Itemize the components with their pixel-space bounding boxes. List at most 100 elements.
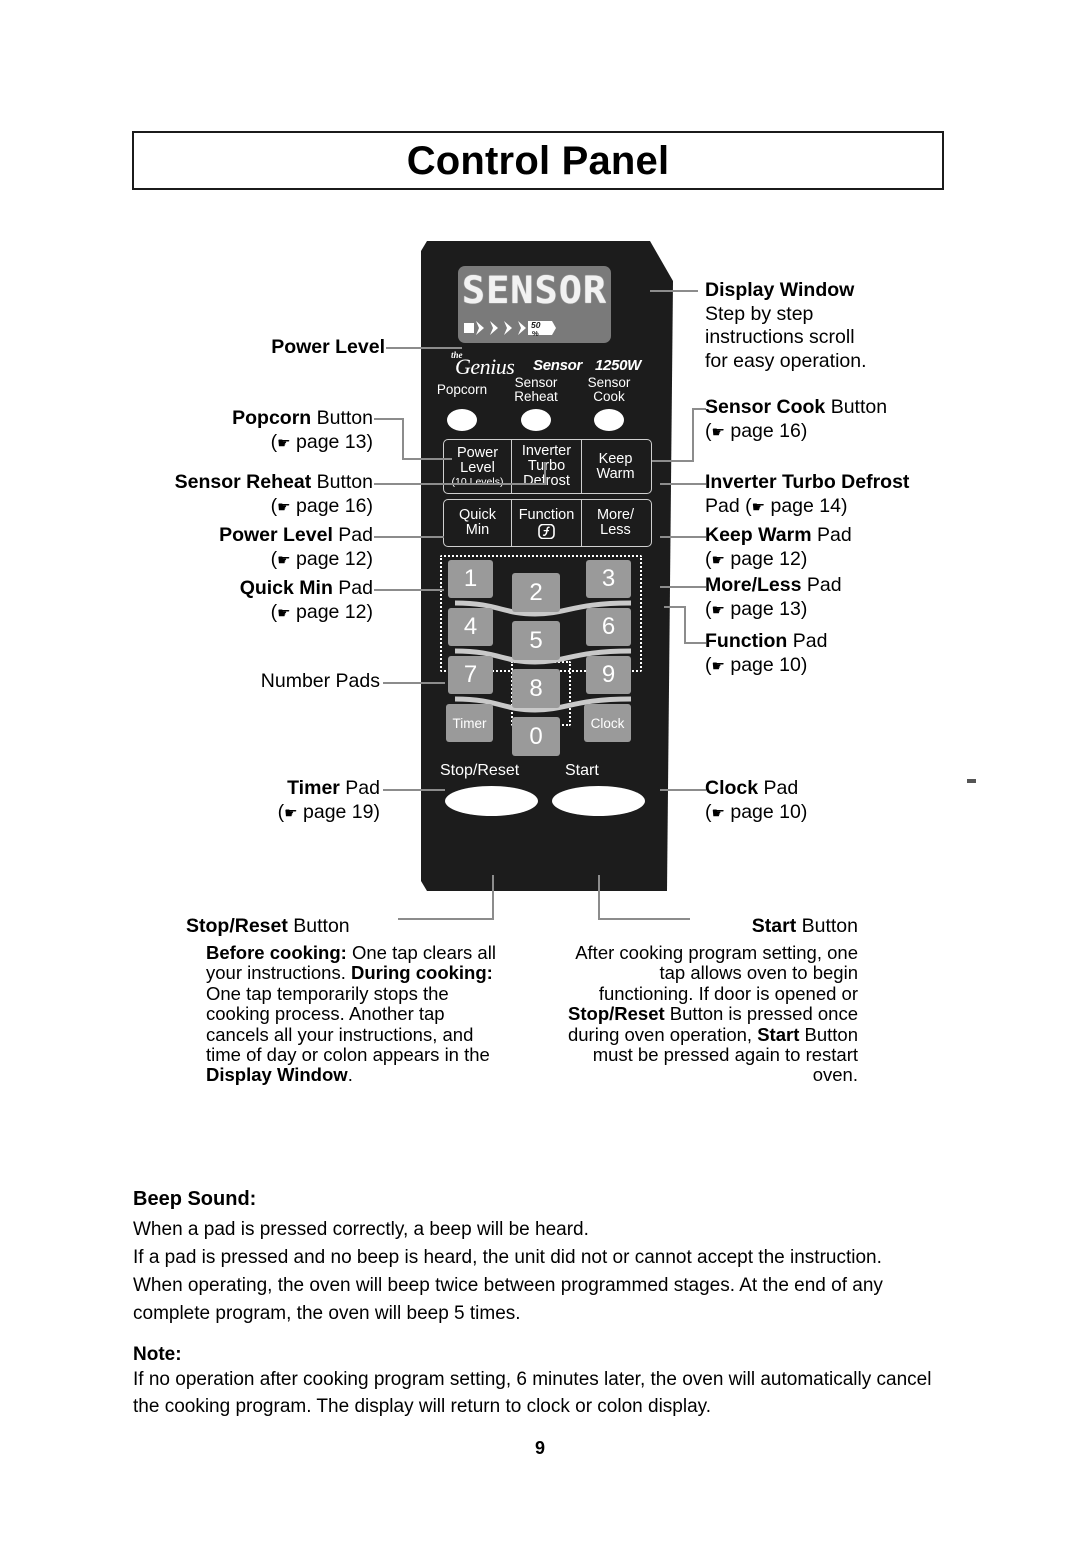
callout-inverter-page: Pad (☛ page 14) bbox=[705, 494, 848, 517]
more-less-pad-label: More/ Less bbox=[596, 507, 635, 538]
number-pad-7[interactable]: 7 bbox=[448, 656, 493, 694]
callout-popcorn-bold: Popcorn bbox=[232, 407, 312, 429]
number-pad-9[interactable]: 9 bbox=[586, 656, 631, 694]
sensor-cook-button[interactable] bbox=[594, 409, 624, 431]
note-heading: Note: bbox=[133, 1344, 182, 1365]
leader-sensor-reheat-v bbox=[544, 462, 547, 485]
leader-inverter bbox=[660, 483, 706, 486]
power-level-pad-sub: (10 Levels) bbox=[451, 475, 504, 488]
number-pad-4[interactable]: 4 bbox=[448, 608, 493, 646]
callout-more-less-bold: More/Less bbox=[705, 574, 802, 596]
leader-start-h bbox=[598, 918, 690, 921]
popcorn-button[interactable] bbox=[447, 409, 477, 431]
start-button-label: Start bbox=[565, 762, 599, 779]
callout-sensor-reheat-bold: Sensor Reheat bbox=[174, 471, 312, 493]
display-window: SENSOR 50 % bbox=[458, 266, 611, 343]
callout-power-level: Power Level bbox=[145, 336, 385, 360]
callout-inverter-bold: Inverter Turbo Defrost bbox=[705, 471, 910, 493]
keep-warm-pad-label: Keep Warm bbox=[596, 450, 635, 482]
callout-sensor-cook-page: (☛ page 16) bbox=[705, 419, 808, 442]
callout-more-less: More/Less Pad (☛ page 13) bbox=[705, 574, 842, 620]
callout-clock-page: (☛ page 10) bbox=[705, 800, 808, 823]
callout-sensor-cook-bold: Sensor Cook bbox=[705, 396, 826, 418]
manual-page: Control Panel SENSOR 50 % the Genius Sen… bbox=[0, 0, 1080, 1565]
control-panel-illustration: SENSOR 50 % the Genius Sensor 1250W Popc… bbox=[421, 241, 673, 891]
leader-sensor-cook-b bbox=[692, 408, 695, 462]
power-level-bar-icon: 50 % bbox=[464, 320, 556, 338]
function-pad-label: Function bbox=[518, 506, 575, 523]
more-less-pad[interactable]: More/ Less bbox=[581, 500, 649, 546]
leader-popcorn-c bbox=[402, 458, 452, 461]
keep-warm-pad[interactable]: Keep Warm bbox=[581, 440, 649, 493]
leader-sensor-reheat bbox=[374, 483, 546, 486]
pointing-hand-icon: ☛ bbox=[711, 804, 725, 822]
callout-clock: Clock Pad (☛ page 10) bbox=[705, 777, 808, 823]
brand-sensor: Sensor bbox=[533, 357, 583, 374]
number-pad-0[interactable]: 0 bbox=[512, 717, 560, 756]
pointing-hand-icon: ☛ bbox=[711, 601, 725, 619]
stop-reset-button-label: Stop/Reset bbox=[440, 762, 520, 779]
callout-quick-min-bold: Quick Min bbox=[239, 577, 333, 599]
callout-display-window: Display Window Step by step instructions… bbox=[705, 279, 867, 372]
pointing-hand-icon: ☛ bbox=[711, 423, 725, 441]
print-speck bbox=[967, 779, 976, 783]
number-pad-2[interactable]: 2 bbox=[512, 573, 560, 612]
callout-inverter-turbo-defrost: Inverter Turbo Defrost Pad (☛ page 14) bbox=[705, 471, 985, 519]
callout-display-window-bold: Display Window bbox=[705, 279, 855, 301]
leader-popcorn-a bbox=[374, 418, 404, 421]
leader-power-level-pad bbox=[374, 536, 444, 539]
leader-timer bbox=[383, 789, 445, 792]
sensor-cook-button-label: Sensor Cook bbox=[587, 375, 631, 404]
leader-sensor-cook-c bbox=[692, 408, 706, 411]
quick-min-pad[interactable]: Quick Min bbox=[444, 500, 511, 546]
callout-sensor-reheat-page: (☛ page 16) bbox=[270, 494, 373, 517]
leader-popcorn-b bbox=[402, 418, 405, 460]
pointing-hand-icon: ☛ bbox=[277, 434, 291, 452]
start-button[interactable] bbox=[552, 786, 645, 816]
leader-function-a bbox=[664, 606, 686, 609]
number-pad-5[interactable]: 5 bbox=[512, 621, 560, 660]
beep-sound-heading: Beep Sound: bbox=[133, 1188, 257, 1210]
power-level-pad-label: Power Level bbox=[456, 444, 499, 476]
sensor-reheat-button-label: Sensor Reheat bbox=[514, 375, 558, 404]
pointing-hand-icon: ☛ bbox=[711, 551, 725, 569]
pointing-hand-icon: ☛ bbox=[751, 498, 766, 516]
start-description: After cooking program setting, one tap a… bbox=[567, 942, 858, 1086]
function-pad[interactable]: Function bbox=[511, 500, 581, 546]
leader-stopreset-v bbox=[492, 875, 495, 920]
callout-timer: Timer Pad (☛ page 19) bbox=[277, 777, 380, 823]
callout-function: Function Pad (☛ page 10) bbox=[705, 630, 828, 676]
stop-reset-heading: Stop/Reset Button bbox=[186, 915, 350, 937]
callout-power-level-pad-page: (☛ page 12) bbox=[270, 547, 373, 570]
number-pad-1[interactable]: 1 bbox=[448, 560, 493, 598]
stop-reset-description: Before cooking: One tap clears all your … bbox=[206, 942, 496, 1086]
pointing-hand-icon: ☛ bbox=[277, 498, 291, 516]
number-pad-6[interactable]: 6 bbox=[586, 608, 631, 646]
popcorn-button-label: Popcorn bbox=[436, 382, 488, 397]
power-level-unit: % bbox=[532, 329, 539, 338]
timer-pad[interactable]: Timer bbox=[446, 704, 493, 742]
callout-power-level-bold: Power Level bbox=[271, 336, 385, 358]
quick-min-pad-label: Quick Min bbox=[458, 507, 497, 538]
page-number: 9 bbox=[534, 1438, 545, 1458]
leader-sensor-cook-a bbox=[652, 460, 694, 463]
sensor-reheat-button[interactable] bbox=[521, 409, 551, 431]
callout-power-level-pad-bold: Power Level bbox=[219, 524, 333, 546]
callout-number-pads-text: Number Pads bbox=[260, 670, 380, 692]
pointing-hand-icon: ☛ bbox=[284, 804, 298, 822]
number-pad-8[interactable]: 8 bbox=[512, 669, 560, 708]
callout-sensor-reheat: Sensor Reheat Button (☛ page 16) bbox=[174, 471, 373, 517]
clock-pad[interactable]: Clock bbox=[584, 704, 631, 742]
leader-clock bbox=[660, 789, 706, 792]
stop-reset-button[interactable] bbox=[445, 786, 538, 816]
number-pad-3[interactable]: 3 bbox=[586, 560, 631, 598]
leader-function-b bbox=[684, 606, 687, 644]
callout-keep-warm-bold: Keep Warm bbox=[705, 524, 812, 546]
beep-sound-body: When a pad is pressed correctly, a beep … bbox=[133, 1219, 883, 1324]
callout-number-pads: Number Pads bbox=[145, 670, 380, 694]
pointing-hand-icon: ☛ bbox=[711, 657, 725, 675]
callout-timer-page: (☛ page 19) bbox=[277, 800, 380, 823]
callout-function-bold: Function bbox=[705, 630, 788, 652]
pad-group-row2: Quick Min Function More/ Less bbox=[443, 499, 652, 547]
pad-group-row1: Power Level (10 Levels) Inverter Turbo D… bbox=[443, 439, 652, 494]
